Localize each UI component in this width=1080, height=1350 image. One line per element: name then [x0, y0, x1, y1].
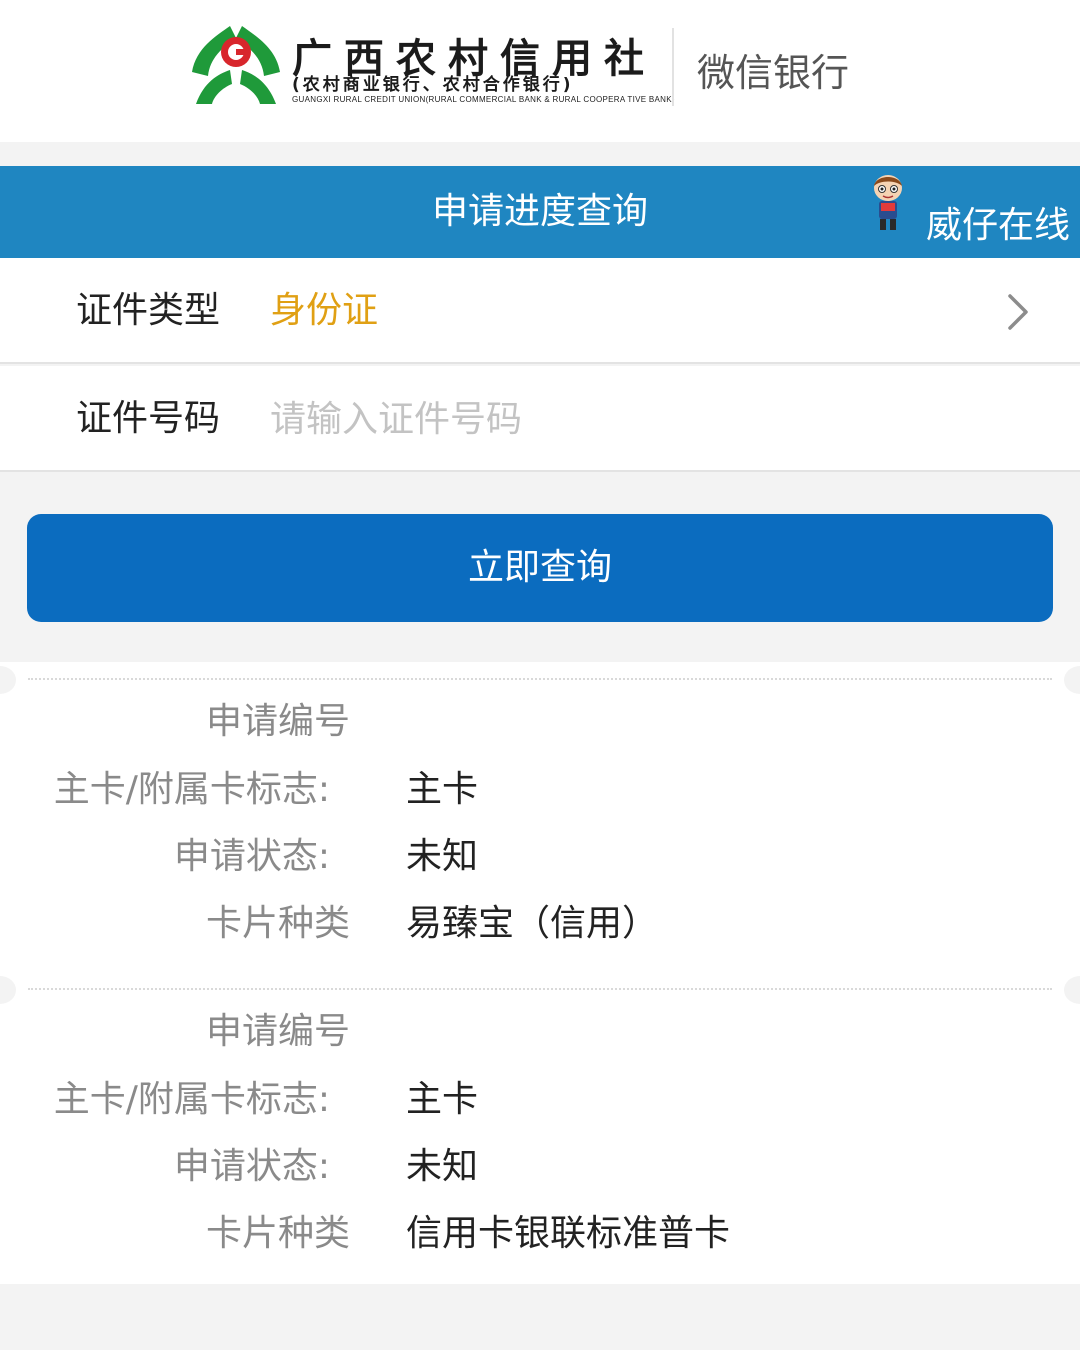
list-item: 申请编号 主卡/附属卡标志: 主卡 申请状态: 未知 卡片种类 易臻宝（信用）	[0, 662, 1080, 972]
status-value: 未知	[406, 836, 479, 877]
status-label: 申请状态:	[173, 1146, 330, 1187]
application-number-row: 申请编号	[0, 688, 1080, 756]
title-bar: 申请进度查询 威仔在线	[0, 166, 1080, 258]
list-item: 申请编号 主卡/附属卡标志: 主卡 申请状态: 未知 卡片种类 信用卡银联标准普…	[0, 972, 1080, 1282]
mascot-icon	[874, 175, 902, 230]
brand-subtitle: (农村商业银行、农村合作银行)	[292, 75, 574, 95]
online-service-button[interactable]: 威仔在线	[868, 170, 1080, 254]
id-number-label: 证件号码	[76, 398, 221, 439]
status-value: 未知	[406, 1146, 479, 1187]
rural-credit-logo-icon	[192, 26, 280, 104]
status-row: 申请状态: 未知	[0, 1133, 1080, 1201]
card-flag-row: 主卡/附属卡标志: 主卡	[0, 1066, 1080, 1134]
id-number-input[interactable]	[270, 388, 1030, 450]
card-type-value: 信用卡银联标准普卡	[406, 1213, 731, 1254]
card-divider	[28, 988, 1052, 990]
card-flag-value: 主卡	[406, 769, 479, 810]
id-number-row: 证件号码	[0, 366, 1080, 472]
card-type-label: 卡片种类	[205, 903, 350, 944]
chevron-right-icon	[1008, 294, 1028, 330]
card-type-label: 卡片种类	[205, 1213, 350, 1254]
brand-channel: 微信银行	[697, 51, 850, 95]
card-divider	[28, 678, 1052, 680]
id-type-label: 证件类型	[76, 290, 221, 331]
status-label: 申请状态:	[173, 836, 330, 877]
card-flag-label: 主卡/附属卡标志:	[53, 1079, 330, 1120]
brand-english-name: GUANGXI RURAL CREDIT UNION(RURAL COMMERC…	[292, 95, 675, 104]
status-row: 申请状态: 未知	[0, 823, 1080, 891]
brand-header: 广西农村信用社 (农村商业银行、农村合作银行) GUANGXI RURAL CR…	[0, 0, 1080, 142]
card-flag-label: 主卡/附属卡标志:	[53, 769, 330, 810]
brand-divider	[672, 28, 674, 106]
online-service-label: 威仔在线	[926, 205, 1071, 246]
query-button[interactable]: 立即查询	[27, 514, 1053, 622]
card-type-row: 卡片种类 信用卡银联标准普卡	[0, 1200, 1080, 1268]
results-list: 申请编号 主卡/附属卡标志: 主卡 申请状态: 未知 卡片种类 易臻宝（信用） …	[0, 662, 1080, 1284]
id-type-value: 身份证	[270, 290, 379, 331]
id-type-select[interactable]: 证件类型 身份证	[0, 258, 1080, 364]
card-type-value: 易臻宝（信用）	[406, 903, 659, 944]
card-flag-row: 主卡/附属卡标志: 主卡	[0, 756, 1080, 824]
application-number-label: 申请编号	[205, 1011, 350, 1052]
application-number-row: 申请编号	[0, 998, 1080, 1066]
application-number-label: 申请编号	[205, 701, 350, 742]
card-type-row: 卡片种类 易臻宝（信用）	[0, 890, 1080, 958]
card-flag-value: 主卡	[406, 1079, 479, 1120]
